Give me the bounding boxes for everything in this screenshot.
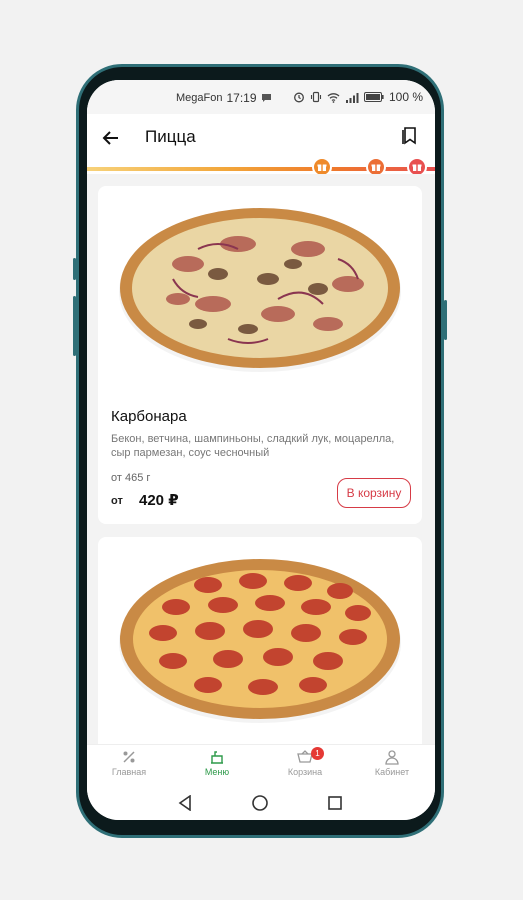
user-icon [385,750,399,765]
nav-item-cart[interactable]: Корзина 1 [270,747,340,777]
recents-square-icon[interactable] [328,796,342,810]
bookmark-button[interactable] [401,126,419,146]
wifi-icon [327,92,340,103]
nav-label: Меню [204,767,230,777]
percent-icon [123,751,135,763]
carrier-name: MegaFon [176,92,223,104]
page-title: Пицца [145,127,196,146]
bottom-navigation: Главная Меню Корзина 1 Кабинет [87,744,435,783]
price-prefix: от [111,495,123,507]
side-button [73,258,76,280]
product-weight: от 465 г [111,472,151,484]
product-name[interactable]: Карбонара [111,408,187,425]
product-card[interactable]: Карбонара Бекон, ветчина, шампиньоны, сл… [98,186,422,524]
nav-label: Корзина [287,767,323,777]
add-to-cart-button[interactable]: В корзину [337,478,411,508]
nav-label: Главная [111,767,147,777]
nav-item-account[interactable]: Кабинет [357,749,427,777]
nav-item-home[interactable]: Главная [94,749,164,777]
product-description: Бекон, ветчина, шампиньоны, сладкий лук,… [111,433,395,459]
carbonara-pizza-image [119,208,401,372]
bonus-progress [87,157,435,177]
alarm-icon [294,92,304,103]
product-list[interactable]: Карбонара Бекон, ветчина, шампиньоны, сл… [87,174,435,744]
side-button [444,300,447,340]
bookmark-icon [402,127,416,145]
vibrate-icon [310,91,322,103]
screen: MegaFon 17:19 100 % Пицца Карбонара Беко… [87,80,435,820]
pepperoni-pizza-image [119,559,401,723]
product-price: 420 ₽ [139,492,179,509]
status-bar: MegaFon 17:19 100 % [87,80,435,114]
battery-level: 100 % [388,90,423,104]
nav-label: Кабинет [374,767,410,777]
battery-icon [363,92,384,102]
back-button[interactable] [101,128,121,148]
system-navigation [87,782,435,820]
cart-badge: 1 [311,747,324,760]
arrow-left-icon [102,131,118,145]
product-card[interactable] [98,537,422,744]
chat-icon [261,94,271,102]
side-button [73,296,76,356]
back-triangle-icon[interactable] [178,795,192,811]
app-bar: Пицца [87,114,435,162]
clock: 17:19 [226,91,257,105]
signal-icon [345,92,359,103]
home-circle-icon[interactable] [252,795,268,811]
nav-item-menu[interactable]: Меню [182,749,252,777]
menu-dish-icon [211,751,223,764]
